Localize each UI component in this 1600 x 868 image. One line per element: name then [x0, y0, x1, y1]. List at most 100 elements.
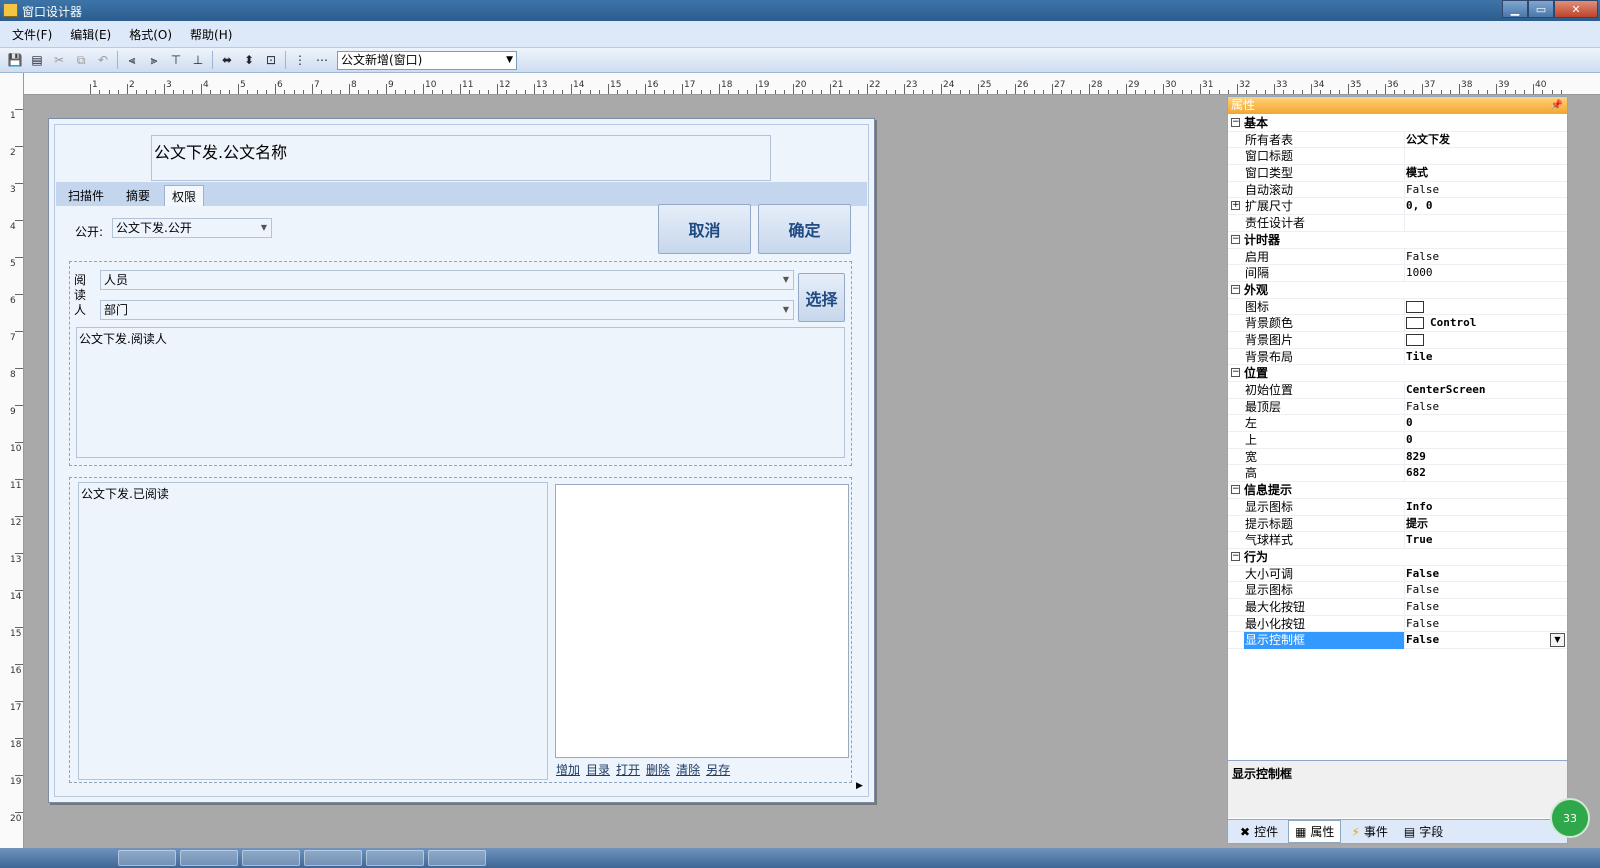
property-value[interactable]: 1000 — [1406, 265, 1433, 282]
property-row[interactable]: 背景颜色 Control — [1228, 315, 1567, 332]
property-row[interactable]: 宽 829 — [1228, 448, 1567, 466]
property-row[interactable]: 左0 — [1228, 415, 1567, 433]
property-category[interactable]: − 外观 — [1228, 282, 1567, 299]
align-top-icon[interactable]: ⊤ — [165, 50, 187, 70]
menu-edit[interactable]: 编辑(E) — [62, 26, 119, 43]
property-row[interactable]: 所有者表 公文下发 — [1228, 131, 1567, 149]
property-row[interactable]: 最大化按钮 False — [1228, 598, 1567, 616]
property-value[interactable]: CenterScreen — [1406, 382, 1485, 399]
link-save-as[interactable]: 另存 — [706, 761, 730, 778]
cut-icon[interactable]: ✂ — [48, 50, 70, 70]
property-category[interactable]: − 位置 — [1228, 365, 1567, 382]
link-add[interactable]: 增加 — [556, 761, 580, 778]
property-value[interactable]: False — [1406, 616, 1439, 633]
property-row[interactable]: 窗口标题 — [1228, 148, 1567, 166]
link-clear[interactable]: 清除 — [676, 761, 700, 778]
cancel-button[interactable]: 取消 — [658, 204, 751, 254]
align-left-icon[interactable]: ⫷ — [121, 50, 143, 70]
property-row[interactable]: 高 682 — [1228, 465, 1567, 483]
property-row[interactable]: 初始位置 CenterScreen — [1228, 382, 1567, 399]
property-row[interactable]: 气球样式 True — [1228, 532, 1567, 549]
public-combo[interactable]: 公文下发.公开 ▼ — [112, 218, 272, 238]
person-combo[interactable]: 人员 ▼ — [100, 270, 794, 290]
property-row[interactable]: 背景图片 — [1228, 331, 1567, 349]
property-row[interactable]: 最顶层 False — [1228, 398, 1567, 416]
chevron-down-icon[interactable]: ▼ — [1550, 633, 1565, 648]
ok-button[interactable]: 确定 — [758, 204, 851, 254]
menu-help[interactable]: 帮助(H) — [182, 26, 240, 43]
tab-scan[interactable]: 扫描件 — [61, 185, 111, 206]
property-category[interactable]: − 计时器 — [1228, 232, 1567, 249]
close-button[interactable]: ✕ — [1554, 0, 1598, 18]
horizontal-spacing-icon[interactable]: ⋯ — [311, 50, 333, 70]
maximize-button[interactable]: ▭ — [1528, 0, 1554, 18]
form-selector[interactable]: 公文新增(窗口) ▼ — [337, 50, 517, 70]
readers-field[interactable]: 公文下发.阅读人 — [76, 327, 845, 458]
property-category[interactable]: − 行为 — [1228, 549, 1567, 566]
taskbar-item[interactable] — [180, 850, 238, 866]
align-bottom-icon[interactable]: ⊥ — [187, 50, 209, 70]
taskbar-item[interactable] — [428, 850, 486, 866]
tab-properties[interactable]: ▦ 属性 — [1288, 820, 1342, 843]
link-catalog[interactable]: 目录 — [586, 761, 610, 778]
tab-summary[interactable]: 摘要 — [119, 185, 157, 206]
collapse-icon[interactable]: − — [1231, 551, 1240, 561]
copy-icon[interactable]: ⧉ — [70, 50, 92, 70]
tab-events[interactable]: ⚡ 事件 — [1345, 821, 1393, 842]
property-value[interactable]: False — [1406, 599, 1439, 616]
menu-file[interactable]: 文件(F) — [4, 26, 60, 43]
save-all-icon[interactable]: ▤ — [26, 50, 48, 70]
taskbar-item[interactable] — [118, 850, 176, 866]
same-size-icon[interactable]: ⊡ — [260, 50, 282, 70]
property-value[interactable]: True — [1406, 532, 1433, 549]
undo-icon[interactable]: ↶ — [92, 50, 114, 70]
tab-controls[interactable]: ✖ 控件 — [1234, 821, 1284, 842]
property-row[interactable]: 上0 — [1228, 432, 1567, 449]
property-category[interactable]: − 信息提示 — [1228, 482, 1567, 499]
collapse-icon[interactable]: − — [1231, 368, 1240, 378]
property-value[interactable]: 0 — [1406, 432, 1413, 449]
pin-icon[interactable]: 📌 — [1551, 97, 1563, 114]
property-row[interactable]: + 扩展尺寸 0, 0 — [1228, 198, 1567, 216]
property-value[interactable]: 模式 — [1406, 165, 1428, 182]
minimize-button[interactable]: ▁ — [1502, 0, 1528, 18]
title-field[interactable]: 公文下发.公文名称 — [151, 135, 771, 181]
notification-badge[interactable]: 33 — [1550, 798, 1590, 838]
property-value[interactable]: 829 — [1406, 449, 1426, 466]
menu-format[interactable]: 格式(O) — [121, 26, 180, 43]
property-row[interactable]: 窗口类型 模式 — [1228, 165, 1567, 182]
property-value[interactable]: False — [1406, 182, 1439, 199]
property-value[interactable]: False — [1406, 399, 1439, 416]
collapse-icon[interactable]: − — [1231, 234, 1240, 244]
property-value[interactable]: False — [1406, 249, 1439, 266]
tab-fields[interactable]: ▤ 字段 — [1398, 821, 1449, 842]
property-value[interactable]: False — [1406, 566, 1439, 583]
attachment-preview[interactable] — [555, 484, 849, 758]
same-width-icon[interactable]: ⬌ — [216, 50, 238, 70]
property-row[interactable]: 图标 — [1228, 298, 1567, 316]
property-row[interactable]: 间隔 1000 — [1228, 265, 1567, 282]
property-value[interactable] — [1406, 332, 1430, 349]
property-value[interactable]: False — [1406, 582, 1439, 599]
dept-combo[interactable]: 部门 ▼ — [100, 300, 794, 320]
property-value[interactable]: False — [1406, 632, 1439, 649]
property-row[interactable]: 责任设计者 — [1228, 215, 1567, 232]
property-value[interactable]: 0 — [1406, 415, 1413, 432]
link-open[interactable]: 打开 — [616, 761, 640, 778]
vertical-spacing-icon[interactable]: ⋮ — [289, 50, 311, 70]
collapse-icon[interactable]: − — [1231, 118, 1240, 127]
property-value[interactable]: Tile — [1406, 349, 1433, 366]
designed-form[interactable]: 公文下发.公文名称 扫描件 摘要 权限 公开: 公文下发.公开 ▼ 取消 确定 … — [48, 118, 875, 803]
align-right-icon[interactable]: ⫸ — [143, 50, 165, 70]
property-value[interactable]: Info — [1406, 499, 1433, 516]
property-row[interactable]: 显示图标 Info — [1228, 498, 1567, 516]
property-value[interactable]: 0, 0 — [1406, 198, 1433, 215]
property-value[interactable] — [1406, 299, 1430, 316]
property-row[interactable]: 最小化按钮 False — [1228, 615, 1567, 633]
expand-icon[interactable]: + — [1231, 201, 1240, 211]
property-row[interactable]: 自动滚动 False — [1228, 181, 1567, 199]
select-button[interactable]: 选择 — [798, 273, 845, 322]
property-category[interactable]: − 基本 — [1228, 115, 1567, 132]
read-list-field[interactable]: 公文下发.已阅读 — [78, 482, 548, 780]
taskbar-item[interactable] — [304, 850, 362, 866]
